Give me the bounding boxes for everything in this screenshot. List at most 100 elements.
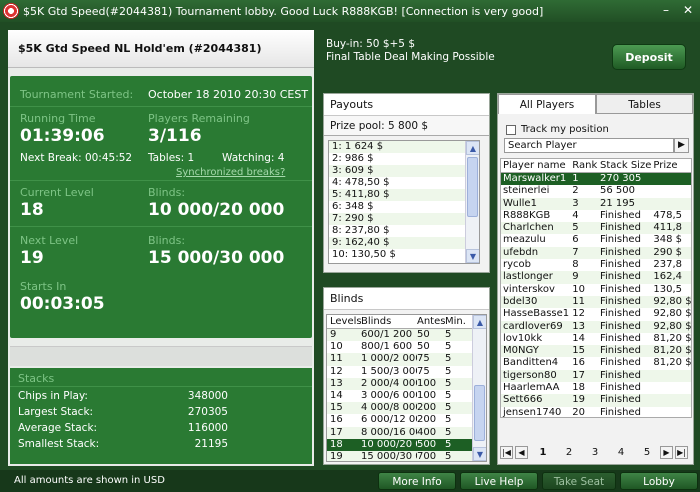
blinds-table[interactable]: Levels Blinds Antes Min. 9 600/1 200 50 5 10 800… <box>326 314 487 462</box>
page-number[interactable]: 2 <box>556 447 582 458</box>
live-help-button[interactable]: Live Help <box>460 472 538 490</box>
tab-all-players[interactable]: All Players <box>498 94 596 114</box>
page-number[interactable]: 5 <box>634 447 660 458</box>
divider-bar <box>10 346 312 366</box>
player-row[interactable]: HasseBasse1 12 Finished 92,80 $ <box>501 308 691 320</box>
last-page-icon[interactable]: ▶| <box>675 445 688 459</box>
player-row[interactable]: Sett666 19 Finished <box>501 394 691 407</box>
player-row[interactable]: Wulle1 3 21 195 <box>501 197 691 210</box>
payout-row: 3: 609 $ <box>329 165 479 177</box>
tables-count: Tables: 1 <box>148 152 195 164</box>
current-level-label: Current Level <box>20 186 94 199</box>
page-number[interactable]: 3 <box>582 447 608 458</box>
scroll-up-icon[interactable]: ▲ <box>473 315 486 329</box>
page-number[interactable]: 1 <box>530 447 556 458</box>
window-title: $5K Gtd Speed(#2044381) Tournament lobby… <box>23 4 544 18</box>
stacks-box: Stacks Chips in Play: 348000 Largest Stac… <box>10 368 312 464</box>
players-panel: All Players Tables Track my position Sea… <box>497 93 694 465</box>
players-header: Player name Rank Stack Size Prize <box>501 159 691 173</box>
blinds-scrollbar[interactable]: ▲ ▼ <box>472 315 486 461</box>
next-blinds-value: 15 000/30 000 <box>148 248 285 268</box>
blind-row[interactable]: 9 600/1 200 50 5 <box>327 329 486 342</box>
player-row[interactable]: R888KGB 4 Finished 478,5 <box>501 210 691 222</box>
player-row[interactable]: vinterskov 10 Finished 130,5 <box>501 284 691 296</box>
scroll-down-icon[interactable]: ▼ <box>466 249 479 263</box>
deposit-button[interactable]: Deposit <box>612 44 686 70</box>
deal-making-line: Final Table Deal Making Possible <box>326 51 495 63</box>
minimize-icon[interactable]: – <box>658 2 674 18</box>
current-level-value: 18 <box>20 200 44 220</box>
blind-row[interactable]: 1915 000/30 0007005 <box>327 450 486 461</box>
player-row[interactable]: meazulu 6 Finished 348 $ <box>501 234 691 246</box>
blind-row[interactable]: 14 3 000/6 000 100 5 <box>327 390 486 402</box>
blind-row[interactable]: 178 000/16 0004005 <box>327 426 486 439</box>
payout-row: 5: 411,80 $ <box>329 189 479 201</box>
player-row[interactable]: lastlonger 9 Finished 162,4 <box>501 271 691 284</box>
player-row[interactable]: Marswalker1 1 270 305 <box>501 173 691 186</box>
player-row[interactable]: steinerlei 2 56 500 <box>501 185 691 197</box>
blind-row[interactable]: 10 800/1 600 50 5 <box>327 341 486 353</box>
player-row[interactable]: lov10kk 14 Finished 81,20 $ <box>501 333 691 345</box>
page-number[interactable]: 4 <box>608 447 634 458</box>
payouts-list[interactable]: 1: 1 624 $2: 986 $3: 609 $4: 478,50 $5: … <box>328 140 480 264</box>
player-row[interactable]: rycob 8 Finished 237,8 <box>501 259 691 271</box>
search-input[interactable]: Search Player <box>504 138 674 153</box>
bottom-bar: All amounts are shown in USD More Info L… <box>0 470 700 492</box>
blind-row[interactable]: 1810 000/20 0005005 <box>327 438 486 451</box>
player-row[interactable]: cardlover69 13 Finished 92,80 $ <box>501 320 691 333</box>
stacks-title: Stacks <box>18 372 55 385</box>
tab-tables[interactable]: Tables <box>596 94 693 114</box>
scroll-up-icon[interactable]: ▲ <box>466 141 479 155</box>
stack-row: Average Stack: 116000 <box>18 422 228 434</box>
close-icon[interactable]: ✕ <box>680 2 696 18</box>
payouts-rows: 1: 1 624 $2: 986 $3: 609 $4: 478,50 $5: … <box>329 141 479 261</box>
payout-row: 8: 237,80 $ <box>332 225 390 236</box>
tournament-name: $5K Gtd Speed NL Hold'em (#2044381) <box>8 30 314 68</box>
take-seat-button[interactable]: Take Seat <box>542 472 616 490</box>
blinds-title: Blinds <box>324 288 489 310</box>
currency-note: All amounts are shown in USD <box>14 475 165 486</box>
next-level-label: Next Level <box>20 234 79 247</box>
player-row[interactable]: tigerson80 17 Finished <box>501 369 691 383</box>
payout-row: 1: 1 624 $ <box>329 141 479 153</box>
search-go-icon[interactable]: ▶ <box>674 138 689 153</box>
scroll-thumb[interactable] <box>467 157 478 217</box>
synchronized-breaks-link[interactable]: Synchronized breaks? <box>176 167 285 178</box>
player-row[interactable]: bdel30 11 Finished 92,80 $ <box>501 295 691 309</box>
players-rows: Marswalker1 1 270 305 steinerlei 2 56 500 Wull… <box>501 173 691 417</box>
track-label: Track my position <box>521 124 609 135</box>
prize-pool: Prize pool: 5 800 $ <box>324 116 489 136</box>
players-remaining-label: Players Remaining <box>148 112 250 125</box>
scroll-thumb[interactable] <box>474 385 485 441</box>
next-page-icon[interactable]: ▶ <box>660 445 673 459</box>
blinds-header: Levels Blinds Antes Min. <box>327 315 486 329</box>
players-table[interactable]: Player name Rank Stack Size Prize Marswalke… <box>500 158 692 418</box>
player-row[interactable]: M0NGY 15 Finished 81,20 $ <box>501 345 691 358</box>
player-row[interactable]: Charlchen 5 Finished 411,8 <box>501 222 691 235</box>
next-level-value: 19 <box>20 248 44 268</box>
blinds-panel: Blinds Levels Blinds Antes Min. 9 600/1 200 5… <box>323 287 490 465</box>
running-time-label: Running Time <box>20 112 96 125</box>
blind-row[interactable]: 166 000/12 0002005 <box>327 414 486 426</box>
blind-row[interactable]: 13 2 000/4 000 100 5 <box>327 377 486 390</box>
blind-row[interactable]: 11 1 000/2 000 75 5 <box>327 353 486 366</box>
current-blinds-value: 10 000/20 000 <box>148 200 285 220</box>
player-row[interactable]: jensen1740 20 Finished <box>501 407 691 417</box>
track-checkbox[interactable] <box>506 124 516 135</box>
player-row[interactable]: HaarlemAA 18 Finished <box>501 382 691 394</box>
scroll-down-icon[interactable]: ▼ <box>473 447 486 461</box>
lobby-button[interactable]: Lobby <box>620 472 698 490</box>
more-info-button[interactable]: More Info <box>378 472 456 490</box>
blind-row[interactable]: 12 1 500/3 000 75 5 <box>327 366 486 378</box>
next-blinds-label: Blinds: <box>148 234 186 247</box>
blind-row[interactable]: 15 4 000/8 000 200 5 <box>327 402 486 415</box>
player-row[interactable]: Banditten4 16 Finished 81,20 $ <box>501 357 691 369</box>
first-page-icon[interactable]: |◀ <box>500 445 513 459</box>
prev-page-icon[interactable]: ◀ <box>515 445 528 459</box>
payouts-scrollbar[interactable]: ▲ ▼ <box>465 141 479 263</box>
payout-row: 7: 290 $ <box>329 213 479 225</box>
track-position[interactable]: Track my position <box>506 124 609 135</box>
players-tabs: All Players Tables <box>498 94 693 114</box>
current-blinds-label: Blinds: <box>148 186 186 199</box>
player-row[interactable]: ufebdn 7 Finished 290 $ <box>501 246 691 260</box>
